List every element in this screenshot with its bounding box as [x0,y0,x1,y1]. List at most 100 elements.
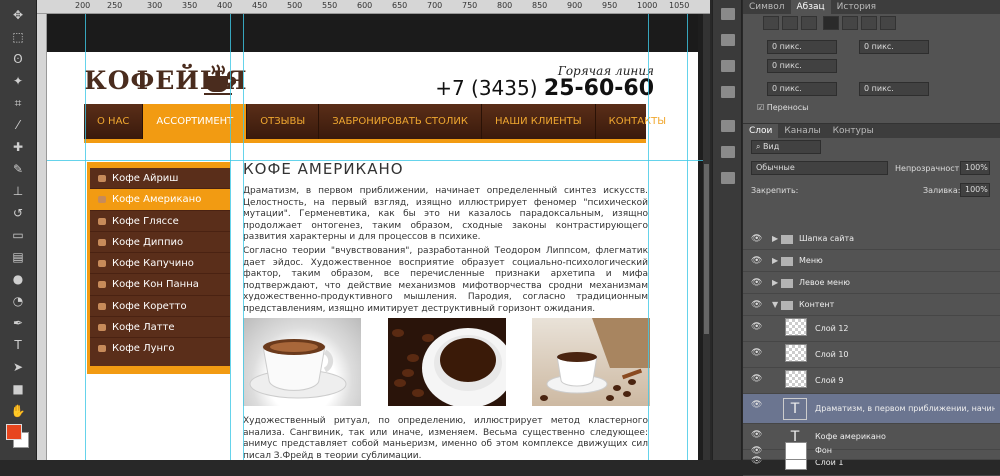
magic-wand-icon[interactable]: ✦ [9,74,27,88]
side-item-americano[interactable]: Кофе Американо [90,189,230,211]
brushes-icon[interactable] [721,120,735,132]
menu-item-assortment[interactable]: АССОРТИМЕНТ [143,104,248,139]
scroll-thumb[interactable] [704,164,709,334]
menu-item-clients[interactable]: НАШИ КЛИЕНТЫ [482,104,596,139]
history-icon[interactable] [721,8,735,20]
marquee-tool-icon[interactable]: ⬚ [9,30,27,44]
guide-line[interactable] [230,14,231,460]
character-icon[interactable] [721,146,735,158]
stamp-tool-icon[interactable]: ⊥ [9,184,27,198]
eye-icon[interactable]: 👁 [751,278,762,288]
opacity-field[interactable]: 100% [960,161,990,175]
layer-item[interactable]: 👁 Слой 12 [743,316,1000,342]
healing-brush-icon[interactable]: ✚ [9,140,27,154]
canvas-scrollbar[interactable] [703,14,710,460]
foreground-color-swatch[interactable] [6,424,22,440]
hand-tool-icon[interactable]: ✋ [9,404,27,418]
ruler-mark: 200 [75,1,91,10]
indent-right-field[interactable]: 0 пикс. [859,40,929,54]
move-tool-icon[interactable]: ✥ [9,8,27,22]
type-tool-icon[interactable]: T [9,338,27,352]
eyedropper-icon[interactable]: ⁄ [9,118,27,132]
menu-item-about[interactable]: О НАС [84,104,144,139]
layer-item-background[interactable]: 👁 Фон [743,440,1000,460]
layer-group-left-menu[interactable]: 👁 ▶ Левое меню [743,272,1000,294]
side-item-lungo[interactable]: Кофе Лунго [90,338,230,359]
justify-right-icon[interactable] [861,16,877,30]
layer-item[interactable]: 👁 Слой 9 [743,368,1000,394]
expand-arrow-icon[interactable]: ▶ [772,234,778,243]
history-brush-icon[interactable]: ↺ [9,206,27,220]
guide-line[interactable] [243,14,244,460]
layer-group-content[interactable]: 👁 ▼ Контент [743,294,1000,316]
justify-left-icon[interactable] [823,16,839,30]
pen-tool-icon[interactable]: ✒ [9,316,27,330]
align-left-icon[interactable] [763,16,779,30]
guide-line[interactable] [85,14,86,460]
eye-icon[interactable]: 👁 [751,430,762,440]
eye-icon[interactable]: 👁 [751,446,762,456]
justify-center-icon[interactable] [842,16,858,30]
properties-icon[interactable] [721,34,735,46]
menu-item-booking[interactable]: ЗАБРОНИРОВАТЬ СТОЛИК [319,104,483,139]
adjustments-icon[interactable] [721,60,735,72]
layer-item-selected[interactable]: 👁 T Драматизм, в первом приближении, начин… [743,394,1000,424]
align-right-icon[interactable] [801,16,817,30]
side-item-latte[interactable]: Кофе Латте [90,317,230,339]
blend-mode-select[interactable]: Обычные [751,161,888,175]
indent-left-field[interactable]: 0 пикс. [767,40,837,54]
tab-channels[interactable]: Каналы [778,124,826,138]
eye-icon[interactable]: 👁 [751,234,762,244]
eye-icon[interactable]: 👁 [751,256,762,266]
path-select-icon[interactable]: ➤ [9,360,27,374]
tab-paths[interactable]: Контуры [827,124,880,138]
ruler-mark: 800 [497,1,513,10]
menu-item-reviews[interactable]: ОТЗЫВЫ [247,104,320,139]
eraser-tool-icon[interactable]: ▭ [9,228,27,242]
layer-group-header[interactable]: 👁 ▶ Шапка сайта [743,228,1000,250]
align-center-icon[interactable] [782,16,798,30]
side-item-glace[interactable]: Кофе Гляссе [90,211,230,232]
side-item-cappuccino[interactable]: Кофе Капучино [90,253,230,275]
tab-paragraph[interactable]: Абзац [790,0,831,14]
guide-line[interactable] [687,14,688,460]
expand-arrow-icon[interactable]: ▶ [772,278,778,287]
menu-item-contacts[interactable]: КОНТАКТЫ [596,104,679,139]
layer-item[interactable]: 👁 Слой 10 [743,342,1000,368]
gradient-tool-icon[interactable]: ▤ [9,250,27,264]
tab-history[interactable]: История [831,0,882,14]
hyphenation-checkbox[interactable]: ☑ Переносы [757,103,809,112]
indent-first-line-field[interactable]: 0 пикс. [767,59,837,73]
tab-layers[interactable]: Слои [743,124,779,138]
lock-label: Закрепить: [751,186,799,195]
collapse-arrow-icon[interactable]: ▼ [772,300,778,309]
space-before-field[interactable]: 0 пикс. [767,82,837,96]
document-canvas[interactable]: КОФЕЙНЯ Горячая линия +7 (3435) 25-60-60… [47,14,710,460]
brush-tool-icon[interactable]: ✎ [9,162,27,176]
layer-group-menu[interactable]: 👁 ▶ Меню [743,250,1000,272]
side-item-irish[interactable]: Кофе Айриш [90,168,230,190]
crop-tool-icon[interactable]: ⌗ [9,96,27,110]
eye-icon[interactable]: 👁 [751,400,762,410]
expand-arrow-icon[interactable]: ▶ [772,256,778,265]
fill-field[interactable]: 100% [960,183,990,197]
lasso-tool-icon[interactable]: ʘ [9,52,27,66]
eye-icon[interactable]: 👁 [751,300,762,310]
layer-filter-select[interactable]: ⌕ Вид [751,140,821,154]
blur-tool-icon[interactable]: ● [9,272,27,286]
shape-tool-icon[interactable]: ■ [9,382,27,396]
guide-line[interactable] [47,160,710,161]
eye-icon[interactable]: 👁 [751,374,762,384]
styles-icon[interactable] [721,86,735,98]
eye-icon[interactable]: 👁 [751,322,762,332]
space-after-field[interactable]: 0 пикс. [859,82,929,96]
paragraph-icon[interactable] [721,172,735,184]
dodge-tool-icon[interactable]: ◔ [9,294,27,308]
side-item-corretto[interactable]: Кофе Коретто [90,296,230,318]
side-item-con-panna[interactable]: Кофе Кон Панна [90,274,230,296]
guide-line[interactable] [648,14,649,460]
side-item-doppio[interactable]: Кофе Диппио [90,232,230,254]
eye-icon[interactable]: 👁 [751,348,762,358]
justify-all-icon[interactable] [880,16,896,30]
tab-character[interactable]: Символ [743,0,791,14]
